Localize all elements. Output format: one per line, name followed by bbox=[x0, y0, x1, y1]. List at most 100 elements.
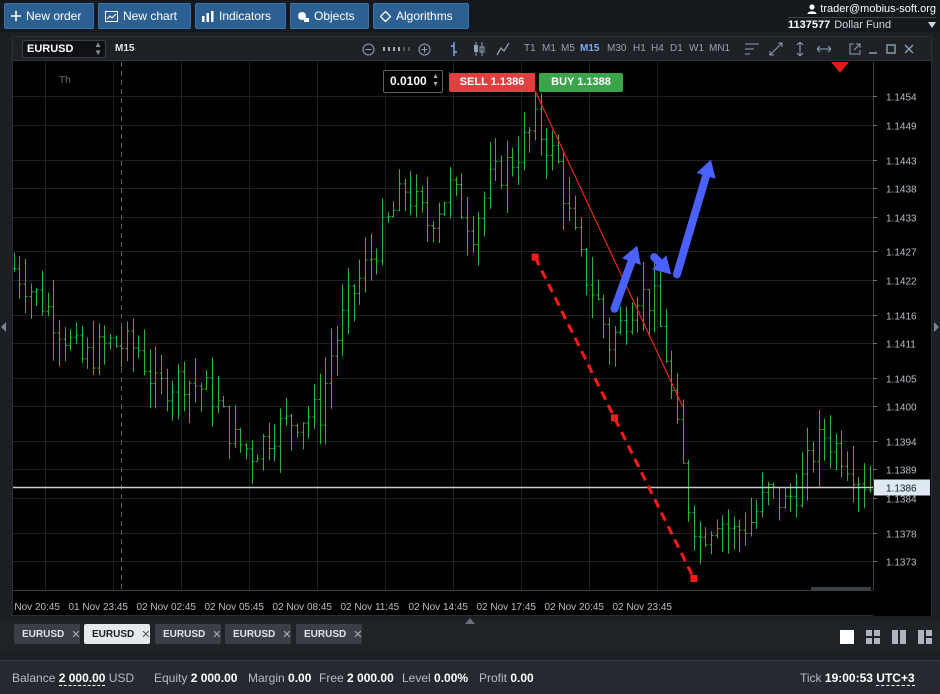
chart-tab[interactable]: EURUSD ✕ bbox=[155, 624, 221, 644]
new-chart-button[interactable]: New chart bbox=[98, 3, 191, 29]
layout-grid-icon[interactable] bbox=[863, 628, 883, 646]
chart-tabs-bar: EURUSD ✕ EURUSD ✕ EURUSD ✕ EURUSD ✕ EURUSD ✕ bbox=[0, 618, 940, 650]
algorithms-button[interactable]: Algorithms bbox=[373, 3, 469, 29]
detach-icon[interactable] bbox=[847, 41, 863, 57]
balance-currency: USD bbox=[108, 671, 135, 685]
price-tick-label: 1.1411 bbox=[886, 340, 916, 351]
balance-label: Balance bbox=[12, 671, 56, 685]
margin-level: Level 0.00% bbox=[402, 671, 468, 685]
price-tick-label: 1.1405 bbox=[886, 375, 917, 386]
maximize-icon[interactable] bbox=[883, 41, 899, 57]
close-icon[interactable] bbox=[901, 41, 917, 57]
account-user: trader@mobius-soft.org bbox=[820, 3, 936, 15]
indicators-button[interactable]: Indicators bbox=[195, 3, 286, 29]
close-tab-icon[interactable]: ✕ bbox=[212, 628, 221, 641]
time-tick-label: 02 Nov 08:45 bbox=[273, 602, 333, 613]
timeframe-m15[interactable]: M15 bbox=[580, 43, 599, 54]
time-tick-label: 02 Nov 05:45 bbox=[205, 602, 265, 613]
close-tab-icon[interactable]: ✕ bbox=[71, 628, 80, 641]
timeframe-h4[interactable]: H4 bbox=[651, 43, 664, 54]
horizontal-arrows-icon[interactable] bbox=[816, 41, 832, 57]
balance-value[interactable]: 2 000.00 bbox=[58, 671, 106, 686]
timeframe-mn1[interactable]: MN1 bbox=[709, 43, 730, 54]
price-tick-label: 1.1384 bbox=[886, 495, 917, 506]
chart-tab-active[interactable]: EURUSD ✕ bbox=[84, 624, 150, 644]
timeframe-w1[interactable]: W1 bbox=[689, 43, 704, 54]
timeframe-m30[interactable]: M30 bbox=[607, 43, 626, 54]
timeframe-d1[interactable]: D1 bbox=[670, 43, 683, 54]
candle-chart-icon[interactable] bbox=[471, 41, 487, 57]
layout-split-icon[interactable] bbox=[915, 628, 935, 646]
levels-icon[interactable] bbox=[744, 41, 760, 57]
blue-arrow-shaft bbox=[672, 171, 711, 279]
chart-tab-label: EURUSD bbox=[163, 628, 206, 640]
timeframe-m5[interactable]: M5 bbox=[561, 43, 575, 54]
diamond-icon bbox=[380, 10, 391, 22]
zoom-slider-icon[interactable] bbox=[379, 41, 415, 57]
chart-icon bbox=[105, 10, 118, 22]
minimize-icon[interactable] bbox=[865, 41, 881, 57]
tick-value: 19:00:53 bbox=[824, 671, 873, 685]
price-tick-label: 1.1443 bbox=[886, 157, 917, 168]
level-label: Level bbox=[402, 671, 431, 685]
tick-time: Tick 19:00:53 UTC+3 bbox=[800, 671, 915, 686]
layout-columns-icon[interactable] bbox=[889, 628, 909, 646]
balance: Balance 2 000.00 USD bbox=[12, 671, 135, 686]
objects-button[interactable]: Objects bbox=[290, 3, 369, 29]
bar-chart-icon[interactable] bbox=[446, 41, 462, 57]
price-bars bbox=[13, 91, 873, 565]
close-tab-icon[interactable]: ✕ bbox=[282, 628, 291, 641]
updown-icon: ▲ ▼ bbox=[94, 40, 102, 57]
buy-button[interactable]: BUY 1.1388 bbox=[539, 73, 623, 92]
profit-value: 0.00 bbox=[510, 671, 534, 685]
status-bar: Balance 2 000.00 USD Equity 2 000.00 Mar… bbox=[0, 660, 940, 694]
blue-arrow-shaft bbox=[650, 253, 664, 267]
profit: Profit 0.00 bbox=[479, 671, 534, 685]
collapse-arrow-icon[interactable] bbox=[465, 618, 475, 624]
chart-tab[interactable]: EURUSD ✕ bbox=[14, 624, 80, 644]
blue-arrow-head bbox=[696, 159, 716, 179]
chart-tab[interactable]: EURUSD ✕ bbox=[296, 624, 362, 644]
price-chart[interactable]: 1.1454 1.1449 1.1443 1.1438 1.1433 1.1427 1.14… bbox=[13, 62, 931, 616]
chart-tab[interactable]: EURUSD ✕ bbox=[225, 624, 291, 644]
left-panel-toggle-icon[interactable] bbox=[1, 322, 6, 332]
zoom-in-icon[interactable] bbox=[416, 41, 432, 57]
close-tab-icon[interactable]: ✕ bbox=[141, 628, 150, 641]
layout-single-icon[interactable] bbox=[837, 628, 857, 646]
current-timeframe: M15 bbox=[115, 43, 135, 54]
spinner-icon[interactable]: ▲ ▼ bbox=[432, 73, 439, 89]
time-tick-label: 02 Nov 02:45 bbox=[137, 602, 197, 613]
timeframe-h1[interactable]: H1 bbox=[633, 43, 646, 54]
line-chart-icon[interactable] bbox=[495, 41, 511, 57]
price-tick-label: 1.1394 bbox=[886, 438, 917, 449]
line-anchor-point bbox=[531, 253, 539, 261]
vertical-arrows-icon[interactable] bbox=[792, 41, 808, 57]
time-tick-label: 02 Nov 17:45 bbox=[477, 602, 537, 613]
chevron-down-icon[interactable] bbox=[928, 22, 936, 28]
current-price-label: 1.1386 bbox=[886, 484, 917, 495]
timeframe-t1[interactable]: T1 bbox=[524, 43, 536, 54]
sell-button[interactable]: SELL 1.1386 bbox=[449, 73, 535, 92]
free-margin: Free 2 000.00 bbox=[319, 671, 394, 685]
price-tick-label: 1.1416 bbox=[886, 312, 917, 323]
price-tick-label: 1.1422 bbox=[886, 277, 917, 288]
timeframe-m1[interactable]: M1 bbox=[542, 43, 556, 54]
right-panel-toggle-icon[interactable] bbox=[934, 322, 939, 332]
time-tick-label: 02 Nov 20:45 bbox=[545, 602, 605, 613]
trendline-icon[interactable] bbox=[768, 41, 784, 57]
account-panel[interactable]: trader@mobius-soft.org 1137577 Dollar Fu… bbox=[788, 1, 936, 31]
algorithms-label: Algorithms bbox=[396, 9, 453, 23]
new-order-label: New order bbox=[26, 9, 82, 23]
price-tick-label: 1.1438 bbox=[886, 185, 917, 196]
close-tab-icon[interactable]: ✕ bbox=[353, 628, 362, 641]
account-number: 1137577 bbox=[788, 19, 831, 31]
symbol-selector[interactable]: EURUSD ▲ ▼ bbox=[22, 40, 106, 58]
free-label: Free bbox=[319, 671, 344, 685]
price-tick-label: 1.1433 bbox=[886, 214, 917, 225]
timezone-selector[interactable]: UTC+3 bbox=[876, 671, 915, 686]
indicators-icon bbox=[202, 10, 214, 22]
time-tick-label: 02 Nov 23:45 bbox=[613, 602, 673, 613]
lot-size-input[interactable]: 0.0100 ▲ ▼ bbox=[383, 70, 443, 93]
zoom-out-icon[interactable] bbox=[360, 41, 376, 57]
new-order-button[interactable]: New order bbox=[4, 3, 94, 29]
